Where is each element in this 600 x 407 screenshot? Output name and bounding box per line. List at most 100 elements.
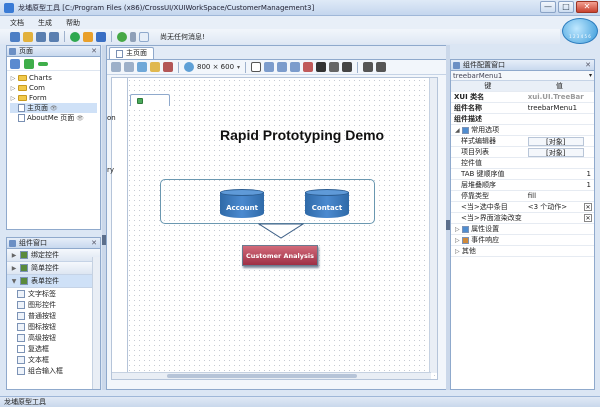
code-icon[interactable] <box>139 31 149 42</box>
prop-value[interactable]: 1 <box>524 168 594 180</box>
open-folder-icon[interactable] <box>23 31 33 42</box>
cross-icon[interactable] <box>342 62 353 72</box>
page-icon <box>18 114 25 122</box>
maximize-button[interactable]: □ <box>558 1 574 13</box>
panel-close-icon[interactable]: ✕ <box>90 47 98 55</box>
section-other[interactable]: ▷ 其他 <box>451 245 594 257</box>
menu-help[interactable]: 帮助 <box>66 18 80 28</box>
chevron-down-icon[interactable]: ▾ <box>589 72 592 79</box>
expand-icon[interactable]: ▷ <box>10 95 16 102</box>
close-button[interactable]: ✕ <box>576 1 598 13</box>
minimize-button[interactable]: — <box>540 1 556 13</box>
section-common[interactable]: ◢ 常用选项 <box>451 124 594 136</box>
object-button[interactable]: [对象] <box>527 136 584 146</box>
tree-item-com[interactable]: ▷ Com <box>10 83 97 93</box>
component-item[interactable]: 文本框 <box>7 354 100 365</box>
screen-size-select[interactable]: 800 × 600 <box>197 63 234 71</box>
components-scrollbar[interactable] <box>92 257 100 389</box>
toolbar-separator <box>111 31 112 42</box>
add-folder-icon[interactable] <box>24 58 34 69</box>
remove-icon[interactable] <box>38 61 48 66</box>
demo-heading[interactable]: Rapid Prototyping Demo <box>220 127 384 143</box>
component-item[interactable]: 文字标签 <box>7 288 100 299</box>
component-item[interactable]: 普通按钮 <box>7 310 100 321</box>
align-icon[interactable] <box>290 62 301 72</box>
component-item[interactable]: 图标按钮 <box>7 321 100 332</box>
component-item[interactable]: 复选框 <box>7 343 100 354</box>
section-properties[interactable]: ▷ 属性设置 <box>451 223 594 235</box>
component-item[interactable]: 组合输入框 <box>7 365 100 376</box>
group-icon <box>20 264 28 272</box>
delete-icon[interactable] <box>163 62 173 72</box>
undo-icon[interactable] <box>111 62 121 72</box>
layout-icon[interactable] <box>329 62 340 72</box>
tree-item-aboutme[interactable]: AboutMe 页面 👁 <box>10 113 97 123</box>
prop-value[interactable]: treebarMenu1 <box>524 102 594 114</box>
add-page-icon[interactable] <box>10 58 20 69</box>
save-icon[interactable] <box>36 31 46 42</box>
component-selector[interactable]: treebarMenu1 ▾ <box>451 71 594 81</box>
design-canvas[interactable]: on ry Rapid Prototyping Demo Account Con… <box>107 77 438 380</box>
mobile-icon[interactable] <box>251 62 262 72</box>
save-all-icon[interactable] <box>49 31 59 42</box>
plugin-icon[interactable] <box>117 31 127 42</box>
group-simple-controls[interactable]: ▶ 简单控件 <box>7 262 100 275</box>
eye-icon[interactable]: 👁 <box>76 115 84 122</box>
canvas-horizontal-scrollbar[interactable] <box>112 372 431 379</box>
new-file-icon[interactable] <box>10 31 20 42</box>
remove-action-icon[interactable]: ✕ <box>584 203 592 211</box>
menu-generate[interactable]: 生成 <box>38 18 52 28</box>
component-label: 普通按钮 <box>28 311 56 320</box>
expand-icon[interactable]: ▷ <box>10 85 16 92</box>
prop-value[interactable] <box>524 113 594 125</box>
debug-icon[interactable] <box>83 31 93 42</box>
align-bottom-icon[interactable] <box>376 62 387 72</box>
eye-icon[interactable]: 👁 <box>50 105 58 112</box>
grid-icon[interactable] <box>277 62 288 72</box>
remove-action-icon[interactable]: ✕ <box>584 214 592 222</box>
account-db[interactable]: Account <box>220 189 264 219</box>
scroll-thumb[interactable] <box>167 374 357 378</box>
expand-icon[interactable]: ▷ <box>455 226 460 233</box>
prop-value[interactable]: fill <box>524 190 594 202</box>
group-binding-controls[interactable]: ▶ 绑定控件 <box>7 249 100 262</box>
tree-menu-strip[interactable] <box>112 78 128 373</box>
tree-item-main-page[interactable]: 主页面 👁 <box>10 103 97 113</box>
component-item[interactable]: 高级按钮 <box>7 332 100 343</box>
customer-analysis-button[interactable]: Customer Analysis <box>242 245 318 266</box>
dropdown-arrow-icon[interactable] <box>130 31 136 42</box>
tree-item-charts[interactable]: ▷ Charts <box>10 73 97 83</box>
tab-home[interactable] <box>130 94 170 106</box>
chevron-down-icon[interactable]: ▾ <box>237 64 240 71</box>
tablet-icon[interactable] <box>264 62 275 72</box>
section-events[interactable]: ▷ 事件响应 <box>451 234 594 246</box>
tree-item-form[interactable]: ▷ Form <box>10 93 97 103</box>
cut-icon[interactable] <box>316 62 327 72</box>
group-form-controls[interactable]: ▼ 表单控件 <box>7 275 100 288</box>
menu-document[interactable]: 文档 <box>10 18 24 28</box>
copy-icon[interactable] <box>137 62 147 72</box>
redo-icon[interactable] <box>124 62 134 72</box>
expand-icon[interactable]: ▷ <box>10 75 16 82</box>
panel-close-icon[interactable]: ✕ <box>90 239 98 247</box>
prop-value[interactable] <box>524 157 594 169</box>
screen-size-icon[interactable] <box>184 62 194 72</box>
clear-icon[interactable] <box>303 62 314 72</box>
align-top-icon[interactable] <box>363 62 374 72</box>
prop-value[interactable]: 1 <box>524 179 594 191</box>
prop-value[interactable]: <3 个动作> <box>528 203 567 211</box>
expand-icon[interactable]: ▷ <box>455 248 460 255</box>
download-icon[interactable] <box>96 31 106 42</box>
tab-main-page[interactable]: 主页面 <box>109 47 154 59</box>
object-button[interactable]: [对象] <box>527 147 584 157</box>
canvas-vertical-scrollbar[interactable] <box>429 78 437 373</box>
paste-icon[interactable] <box>150 62 160 72</box>
collapse-icon[interactable]: ◢ <box>455 127 460 134</box>
panel-close-icon[interactable]: ✕ <box>584 61 592 69</box>
table-row: 组件名称 treebarMenu1 <box>451 102 594 114</box>
contact-db[interactable]: Contact <box>305 189 349 219</box>
expand-icon[interactable]: ▷ <box>455 237 460 244</box>
component-item[interactable]: 图形控件 <box>7 299 100 310</box>
run-icon[interactable] <box>70 31 80 42</box>
funnel-arrow[interactable] <box>258 223 304 239</box>
